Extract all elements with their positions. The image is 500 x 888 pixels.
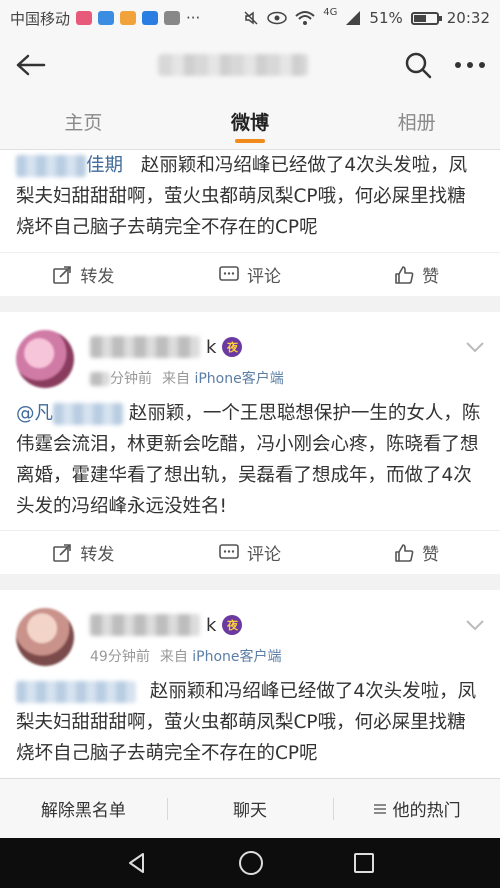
- author-row[interactable]: k 夜: [90, 336, 243, 358]
- comment-button[interactable]: 评论: [167, 253, 334, 296]
- post-actions: 转发 评论 赞: [0, 530, 500, 574]
- username-suffix: k: [206, 336, 217, 358]
- blurred-mention[interactable]: [53, 403, 124, 425]
- tab-weibo[interactable]: 微博: [167, 94, 334, 149]
- unblock-button[interactable]: 解除黑名单: [0, 796, 167, 821]
- thumbs-up-icon: [395, 265, 414, 284]
- back-triangle-icon[interactable]: [125, 851, 149, 875]
- top-nav-bar: [0, 36, 500, 94]
- post-body: @凡 赵丽颖，一个王思聪想保护一生的女人，陈伟霆会流泪，林更新会吃醋，冯小刚会心…: [0, 398, 500, 522]
- blurred-username: [90, 614, 200, 636]
- post-meta: 49分钟前 来自 iPhone客户端: [90, 646, 282, 666]
- eye-icon: [267, 11, 288, 25]
- menu-icon: [373, 803, 386, 814]
- post-body: 赵丽颖和冯绍峰已经做了4次头发啦，凤梨夫妇甜甜甜啊，萤火虫都萌凤梨CP哦，何必屎…: [0, 676, 500, 769]
- mention-link[interactable]: 佳期: [86, 155, 123, 176]
- post-body: 佳期 赵丽颖和冯绍峰已经做了4次头发啦，凤梨夫妇甜甜甜啊，萤火虫都萌凤梨CP哦，…: [0, 150, 500, 243]
- carrier-label: 中国移动: [10, 9, 71, 28]
- gallery-icon: [164, 11, 181, 25]
- battery-icon: [410, 11, 442, 25]
- profile-name-title: [62, 54, 404, 76]
- more-notifications-icon: ···: [186, 9, 201, 27]
- alipay-icon: [142, 11, 159, 25]
- post-card[interactable]: k 夜 49分钟前 来自 iPhone客户端 赵丽颖和冯绍峰已经做了4次头发啦，…: [0, 590, 500, 778]
- home-circle-icon[interactable]: [238, 850, 264, 876]
- blurred-mention[interactable]: [16, 155, 86, 177]
- blurred-profile-name: [158, 54, 308, 76]
- battery-percent: 51%: [369, 9, 403, 27]
- network-type: 4G: [323, 6, 338, 18]
- tab-home[interactable]: 主页: [0, 94, 167, 149]
- mention-link[interactable]: @凡: [16, 403, 53, 424]
- like-button[interactable]: 赞: [333, 531, 500, 574]
- mute-icon: [244, 11, 258, 25]
- repost-button[interactable]: 转发: [0, 253, 167, 296]
- like-button[interactable]: 赞: [333, 253, 500, 296]
- search-icon[interactable]: [404, 51, 432, 79]
- chevron-down-icon[interactable]: [464, 614, 486, 636]
- wifi-icon: [295, 11, 315, 25]
- blurred-time: [90, 372, 110, 386]
- repost-button[interactable]: 转发: [0, 531, 167, 574]
- repost-icon: [53, 265, 72, 284]
- author-row[interactable]: k 夜: [90, 614, 243, 636]
- system-nav-bar: [0, 838, 500, 888]
- app-notification-icon: [120, 11, 137, 25]
- thumbs-up-icon: [395, 543, 414, 562]
- feed: 佳期 赵丽颖和冯绍峰已经做了4次头发啦，凤梨夫妇甜甜甜啊，萤火虫都萌凤梨CP哦，…: [0, 150, 500, 778]
- profile-tabs: 主页 微博 相册: [0, 94, 500, 150]
- blurred-username: [90, 336, 200, 358]
- post-actions: 转发 评论 赞: [0, 252, 500, 296]
- chevron-down-icon[interactable]: [464, 336, 486, 358]
- back-button[interactable]: [0, 36, 62, 94]
- back-arrow-icon: [16, 54, 46, 76]
- app-notification-icon: [98, 11, 115, 25]
- tab-album[interactable]: 相册: [333, 94, 500, 149]
- vip-badge-icon: 夜: [222, 337, 243, 357]
- clock: 20:32: [446, 9, 490, 27]
- status-bar: 中国移动 ··· 4G 51% 20:32: [0, 0, 500, 36]
- chat-button[interactable]: 聊天: [167, 796, 334, 821]
- app-notification-icon: [76, 11, 93, 25]
- signal-icon: [346, 11, 361, 25]
- username-suffix: k: [206, 614, 217, 636]
- blurred-mention[interactable]: [16, 681, 136, 703]
- avatar[interactable]: [16, 608, 74, 666]
- hot-posts-button[interactable]: 他的热门: [333, 796, 500, 821]
- vip-badge-icon: 夜: [222, 615, 243, 635]
- post-card[interactable]: k 夜 分钟前 来自 iPhone客户端 @凡 赵丽颖，一个王思聪想保护一生的女…: [0, 312, 500, 574]
- avatar[interactable]: [16, 330, 74, 388]
- comment-icon: [219, 265, 239, 281]
- post-meta: 分钟前 来自 iPhone客户端: [90, 368, 284, 388]
- more-options-icon[interactable]: [454, 61, 486, 69]
- comment-icon: [219, 543, 239, 559]
- post-time: 49分钟前: [90, 649, 150, 665]
- post-card[interactable]: 佳期 赵丽颖和冯绍峰已经做了4次头发啦，凤梨夫妇甜甜甜啊，萤火虫都萌凤梨CP哦，…: [0, 150, 500, 296]
- repost-icon: [53, 543, 72, 562]
- comment-button[interactable]: 评论: [167, 531, 334, 574]
- recents-square-icon[interactable]: [353, 852, 375, 874]
- profile-bottom-toolbar: 解除黑名单 聊天 他的热门: [0, 778, 500, 838]
